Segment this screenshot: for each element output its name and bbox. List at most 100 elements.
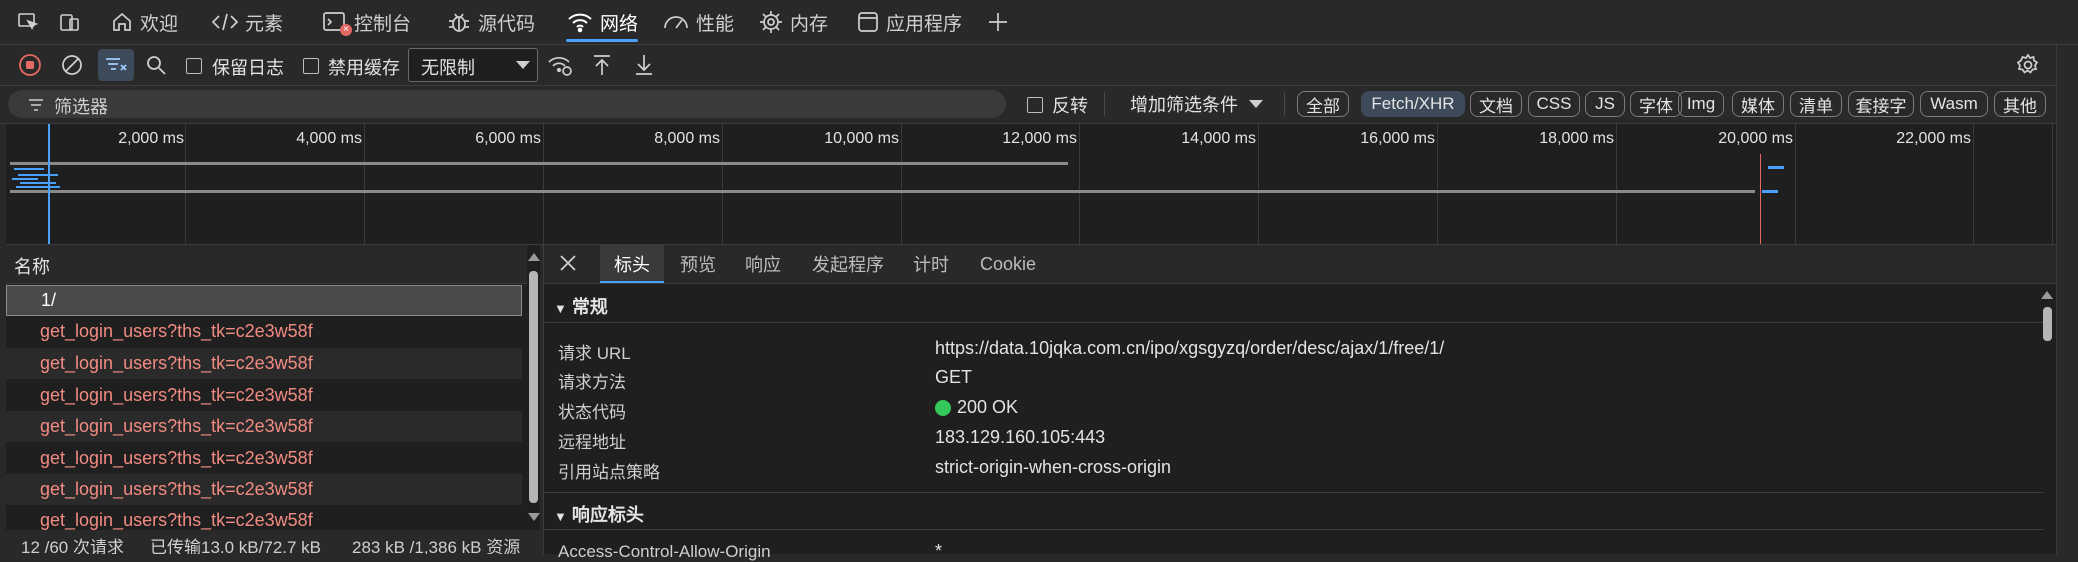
tab-label: 应用程序: [886, 13, 963, 35]
table-row[interactable]: get_login_users?ths_tk=c2e3w58f: [6, 411, 522, 442]
tick-label: 4,000 ms: [296, 130, 362, 147]
filter-input[interactable]: 筛选器: [8, 90, 1006, 118]
filter-type-fetch-xhr[interactable]: Fetch/XHR: [1361, 91, 1465, 117]
header-key: 远程地址: [558, 433, 626, 452]
tick-label: 14,000 ms: [1181, 130, 1256, 147]
tab-console[interactable]: × 控制台: [322, 0, 411, 44]
tab-sources[interactable]: 源代码: [446, 0, 535, 44]
filter-type-manifest[interactable]: 清单: [1790, 91, 1842, 117]
clear-icon[interactable]: [58, 51, 86, 79]
more-filters-dropdown[interactable]: 增加筛选条件: [1130, 90, 1264, 118]
filter-type-socket[interactable]: 套接字: [1848, 91, 1914, 117]
filter-type-doc[interactable]: 文档: [1470, 91, 1522, 117]
tick-label: 22,000 ms: [1896, 130, 1971, 147]
scrollbar-thumb[interactable]: [529, 271, 538, 503]
scroll-up-icon: [2041, 291, 2053, 299]
timeline-bar: [10, 162, 1068, 165]
status-ok-dot-icon: [935, 399, 951, 416]
divider: [544, 492, 2044, 493]
table-row[interactable]: get_login_users?ths_tk=c2e3w58f: [6, 348, 522, 379]
code-icon: [211, 13, 239, 31]
filter-toggle-icon[interactable]: [98, 49, 134, 81]
memory-icon: [760, 11, 782, 33]
tab-response[interactable]: 响应: [745, 245, 781, 283]
status-code-value: 200 OK: [935, 397, 1018, 418]
timeline-bar: [1768, 166, 1784, 169]
tab-initiator[interactable]: 发起程序: [812, 245, 884, 283]
tick-label: 6,000 ms: [475, 130, 541, 147]
gauge-icon: [664, 16, 688, 29]
table-row[interactable]: get_login_users?ths_tk=c2e3w58f: [6, 380, 522, 411]
table-row[interactable]: get_login_users?ths_tk=c2e3w58f: [6, 474, 522, 505]
tick-label: 16,000 ms: [1360, 130, 1435, 147]
header-key: Access-Control-Allow-Origin: [558, 542, 771, 561]
tab-memory[interactable]: 内存: [758, 0, 828, 44]
preserve-log-checkbox[interactable]: [186, 58, 202, 74]
filter-type-font[interactable]: 字体: [1630, 91, 1682, 117]
filter-type-js[interactable]: JS: [1585, 91, 1625, 117]
tab-label: 源代码: [478, 13, 536, 35]
scroll-down-icon: [528, 513, 540, 521]
filter-type-all[interactable]: 全部: [1297, 91, 1349, 117]
filter-type-wasm[interactable]: Wasm: [1920, 91, 1988, 117]
tab-cookies[interactable]: Cookie: [980, 245, 1036, 283]
tab-elements[interactable]: 元素: [211, 0, 283, 44]
table-row[interactable]: get_login_users?ths_tk=c2e3w58f: [6, 506, 522, 530]
tab-performance[interactable]: 性能: [662, 0, 734, 44]
error-badge-icon: ×: [340, 24, 352, 36]
import-har-icon[interactable]: [588, 51, 616, 79]
referrer-policy-value: strict-origin-when-cross-origin: [935, 457, 1172, 477]
status-code-text: 200 OK: [957, 397, 1019, 417]
tab-application[interactable]: 应用程序: [856, 0, 962, 44]
filter-type-other[interactable]: 其他: [1994, 91, 2046, 117]
inspect-element-icon[interactable]: [14, 8, 42, 36]
table-row[interactable]: get_login_users?ths_tk=c2e3w58f: [6, 316, 522, 347]
table-row[interactable]: get_login_users?ths_tk=c2e3w58f: [6, 443, 522, 474]
bug-icon: [449, 13, 469, 32]
filter-type-css[interactable]: CSS: [1528, 91, 1580, 117]
filter-type-img[interactable]: Img: [1678, 91, 1724, 117]
header-value: *: [935, 541, 943, 561]
chevron-down-icon: [1249, 100, 1263, 108]
network-overview-timeline[interactable]: 2,000 ms 4,000 ms 6,000 ms 8,000 ms 10,0…: [6, 124, 2056, 245]
tick-label: 10,000 ms: [824, 130, 899, 147]
request-list-scrollbar[interactable]: [527, 245, 540, 530]
scroll-up-icon: [528, 253, 540, 261]
invert-checkbox[interactable]: [1027, 97, 1043, 113]
network-conditions-icon[interactable]: [546, 51, 574, 79]
devtools-tab-bar: 欢迎 元素 × 控制台 源代码 网络 性能 内存 应用程序: [0, 0, 2078, 45]
general-section-header[interactable]: ▼ 常规: [554, 293, 608, 319]
tab-label: 控制台: [354, 13, 412, 35]
divider: [544, 529, 2044, 530]
tab-headers[interactable]: 标头: [600, 245, 664, 283]
tab-label: 欢迎: [140, 13, 179, 35]
settings-gear-icon[interactable]: [2014, 51, 2042, 79]
tab-timing[interactable]: 计时: [913, 245, 949, 283]
disable-cache-checkbox[interactable]: [303, 58, 319, 74]
response-headers-section-header[interactable]: ▼ 响应标头: [554, 501, 644, 527]
request-name: get_login_users?ths_tk=c2e3w58f: [40, 510, 313, 530]
tab-label: 元素: [245, 13, 284, 35]
header-key: 请求方法: [558, 373, 626, 392]
filter-type-media[interactable]: 媒体: [1732, 91, 1784, 117]
table-row[interactable]: 1/: [6, 285, 522, 316]
tab-preview[interactable]: 预览: [680, 245, 716, 283]
side-panel-edge: [2056, 45, 2078, 554]
column-header-name[interactable]: 名称: [14, 253, 50, 279]
tab-network[interactable]: 网络: [566, 0, 639, 44]
transferred-size: 已传输13.0 kB/72.7 kB: [150, 538, 322, 554]
add-tool-icon[interactable]: [984, 8, 1012, 36]
scrollbar-thumb[interactable]: [2043, 307, 2052, 341]
device-emulation-icon[interactable]: [56, 8, 84, 36]
tick-label: 18,000 ms: [1539, 130, 1614, 147]
close-icon[interactable]: [558, 253, 578, 278]
details-scrollbar[interactable]: [2040, 283, 2054, 554]
timeline-bar: [10, 190, 1755, 193]
tab-welcome[interactable]: 欢迎: [110, 0, 178, 44]
throttling-select[interactable]: 无限制: [408, 48, 538, 82]
tab-label: 网络: [600, 13, 639, 35]
details-tab-bar: 标头 预览 响应 发起程序 计时 Cookie: [544, 245, 2056, 284]
search-icon[interactable]: [142, 51, 170, 79]
stop-recording-icon[interactable]: [16, 51, 44, 79]
export-har-icon[interactable]: [630, 51, 658, 79]
